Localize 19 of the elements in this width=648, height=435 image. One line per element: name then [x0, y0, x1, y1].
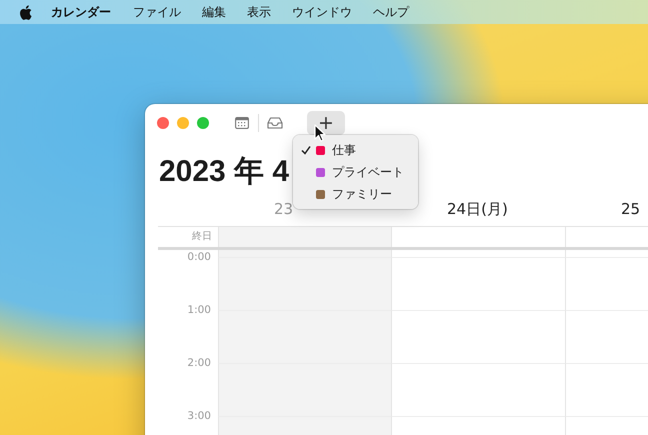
hour-label: 1:00 [187, 303, 211, 317]
calendar-icon[interactable] [235, 117, 249, 129]
all-day-label: 終日 [191, 230, 213, 244]
menu-item[interactable]: ヘルプ [373, 4, 409, 20]
hour-label: 2:00 [187, 356, 211, 370]
hour-label: 0:00 [187, 250, 211, 264]
menu-item[interactable]: ファイル [133, 4, 181, 20]
calendar-menu-item[interactable]: 仕事 [293, 139, 418, 161]
menu-item[interactable]: ウインドウ [292, 4, 352, 20]
month-title: 2023 年 4 [159, 154, 290, 190]
menu-item[interactable]: 編集 [202, 4, 226, 20]
day-header: 25 [565, 194, 648, 227]
app-menu[interactable]: カレンダー [51, 4, 111, 20]
menu-item[interactable]: 表示 [247, 4, 271, 20]
inbox-icon[interactable] [267, 117, 283, 129]
apple-logo-icon[interactable] [19, 4, 32, 20]
calendar-menu-item[interactable]: プライベート [293, 161, 418, 183]
close-button[interactable] [157, 117, 169, 129]
hour-label: 3:00 [187, 409, 211, 423]
